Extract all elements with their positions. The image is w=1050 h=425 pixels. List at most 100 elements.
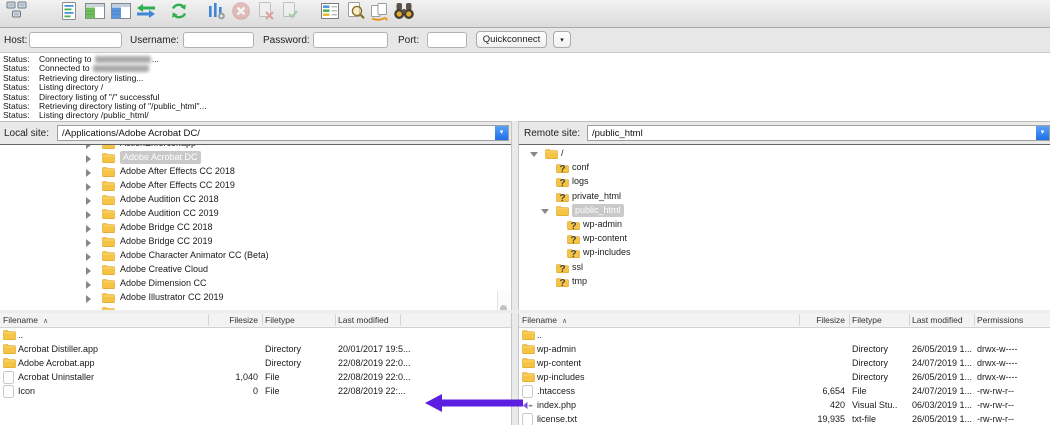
disconnect-button[interactable] xyxy=(253,2,279,25)
expand-arrow-icon[interactable] xyxy=(86,267,91,275)
tree-item-adobe-dimension-cc[interactable]: Adobe Dimension CC xyxy=(0,277,511,291)
column-resize-handle[interactable] xyxy=(849,314,850,326)
column-resize-handle[interactable] xyxy=(335,314,336,326)
column-resize-handle[interactable] xyxy=(400,314,401,326)
local-tree-toggle-button[interactable] xyxy=(82,2,108,25)
tree-item-adobe-acrobat-dc[interactable]: Adobe Acrobat DC xyxy=(0,151,511,165)
tree-item-ssl[interactable]: ?ssl xyxy=(519,261,1050,275)
collapse-arrow-icon[interactable] xyxy=(530,152,538,157)
cell-type: File xyxy=(852,384,867,398)
remote-file-list[interactable]: Filename∧ Filesize Filetype Last modified Pe… xyxy=(519,313,1050,425)
expand-arrow-icon[interactable] xyxy=(86,197,91,205)
redacted-host xyxy=(95,56,151,63)
tree-item-label: wp-includes xyxy=(583,246,631,259)
reconnect-button[interactable] xyxy=(277,2,303,25)
file-row-wp-includes[interactable]: wp-includesDirectory26/05/2019 1...drwx-… xyxy=(519,370,1050,384)
quickconnect-button[interactable]: Quickconnect xyxy=(476,31,547,48)
tree-item-private-html[interactable]: ?private_html xyxy=(519,190,1050,204)
process-queue-button[interactable] xyxy=(203,2,229,25)
host-label: Host: xyxy=(4,35,27,46)
chevron-down-icon[interactable]: ▾ xyxy=(1036,126,1049,140)
column-resize-handle[interactable] xyxy=(208,314,209,326)
column-header-filesize[interactable]: Filesize xyxy=(210,313,258,327)
file-row-acrobat-uninstaller[interactable]: Acrobat Uninstaller1,040File22/08/2019 2… xyxy=(0,370,511,384)
column-header-filename[interactable]: Filename∧ xyxy=(3,313,48,327)
column-header-filesize[interactable]: Filesize xyxy=(801,313,845,327)
expand-arrow-icon[interactable] xyxy=(86,145,91,149)
tree-item-adobe-audition-cc-2019[interactable]: Adobe Audition CC 2019 xyxy=(0,207,511,221)
local-directory-tree[interactable]: ActionEnforcer.appAdobe Acrobat DCAdobe … xyxy=(0,145,511,310)
site-manager-button[interactable] xyxy=(4,2,30,25)
tree-item-wp-includes[interactable]: ?wp-includes xyxy=(519,246,1050,260)
cancel-operation-button[interactable] xyxy=(228,2,254,25)
password-label: Password: xyxy=(263,35,310,46)
expand-arrow-icon[interactable] xyxy=(86,239,91,247)
file-row--[interactable]: .. xyxy=(0,328,511,342)
file-row-adobe-acrobat-app[interactable]: Adobe Acrobat.appDirectory22/08/2019 22:… xyxy=(0,356,511,370)
tree-item-label: Adobe Acrobat DC xyxy=(120,151,201,164)
tree-item-public-html[interactable]: public_html xyxy=(519,204,1050,218)
column-header-last-modified[interactable]: Last modified xyxy=(338,313,389,327)
synchronized-browsing-button[interactable] xyxy=(366,2,392,25)
refresh-button[interactable] xyxy=(166,2,192,25)
column-resize-handle[interactable] xyxy=(799,314,800,326)
remote-site-combo[interactable]: /public_html ▾ xyxy=(587,125,1050,141)
tree-item-label: ActionEnforcer.app xyxy=(120,145,196,150)
collapse-arrow-icon[interactable] xyxy=(541,209,549,214)
tree-item-conf[interactable]: ?conf xyxy=(519,161,1050,175)
file-row--[interactable]: .. xyxy=(519,328,1050,342)
column-resize-handle[interactable] xyxy=(909,314,910,326)
quickconnect-dropdown-button[interactable]: ▾ xyxy=(553,31,571,48)
tree-item-adobe-after-effects-cc-2019[interactable]: Adobe After Effects CC 2019 xyxy=(0,179,511,193)
column-header-filetype[interactable]: Filetype xyxy=(265,313,295,327)
expand-arrow-icon[interactable] xyxy=(86,295,91,303)
tree-item-wp-admin[interactable]: ?wp-admin xyxy=(519,218,1050,232)
tree-item-adobe-illustrator-cc-2019[interactable]: Adobe Illustrator CC 2019 xyxy=(0,291,511,305)
tree-item-adobe-bridge-cc-2018[interactable]: Adobe Bridge CC 2018 xyxy=(0,221,511,235)
chevron-down-icon[interactable]: ▾ xyxy=(495,126,508,140)
tree-item-adobe-after-effects-cc-2018[interactable]: Adobe After Effects CC 2018 xyxy=(0,165,511,179)
password-input[interactable] xyxy=(313,32,388,48)
tree-item-adobe-character-animator-cc-beta-[interactable]: Adobe Character Animator CC (Beta) xyxy=(0,249,511,263)
tree-item-adobe-creative-cloud[interactable]: Adobe Creative Cloud xyxy=(0,263,511,277)
file-row-wp-admin[interactable]: wp-adminDirectory26/05/2019 1...drwx-w--… xyxy=(519,342,1050,356)
cell-type: Directory xyxy=(852,356,888,370)
filename-filters-button[interactable] xyxy=(317,2,343,25)
column-header-filename[interactable]: Filename∧ xyxy=(522,313,567,327)
username-input[interactable] xyxy=(183,32,254,48)
expand-arrow-icon[interactable] xyxy=(86,155,91,163)
tree-item-wp-content[interactable]: ?wp-content xyxy=(519,232,1050,246)
file-row-index-php[interactable]: index.php420Visual Stu..06/03/2019 1...-… xyxy=(519,398,1050,412)
remote-directory-tree[interactable]: /?conf?logs?private_htmlpublic_html?wp-a… xyxy=(519,145,1050,310)
column-header-last-modified[interactable]: Last modified xyxy=(912,313,963,327)
file-row-acrobat-distiller-app[interactable]: Acrobat Distiller.appDirectory20/01/2017… xyxy=(0,342,511,356)
file-row-wp-content[interactable]: wp-contentDirectory24/07/2019 1...drwx-w… xyxy=(519,356,1050,370)
tree-item-tmp[interactable]: ?tmp xyxy=(519,275,1050,289)
expand-arrow-icon[interactable] xyxy=(86,253,91,261)
host-input[interactable] xyxy=(29,32,122,48)
expand-arrow-icon[interactable] xyxy=(86,211,91,219)
file-row-license-txt[interactable]: license.txt19,935txt-file26/05/2019 1...… xyxy=(519,412,1050,425)
expand-arrow-icon[interactable] xyxy=(86,281,91,289)
port-input[interactable] xyxy=(427,32,467,48)
transfer-queue-toggle-button[interactable] xyxy=(133,2,159,25)
tree-item-logs[interactable]: ?logs xyxy=(519,175,1050,189)
folder-icon xyxy=(102,194,115,207)
message-log-toggle-button[interactable] xyxy=(56,2,82,25)
local-site-combo[interactable]: /Applications/Adobe Acrobat DC/ ▾ xyxy=(57,125,509,141)
column-header-filetype[interactable]: Filetype xyxy=(852,313,882,327)
expand-arrow-icon[interactable] xyxy=(86,225,91,233)
file-row--htaccess[interactable]: .htaccess6,654File24/07/2019 1...-rw-rw-… xyxy=(519,384,1050,398)
column-header-permissions[interactable]: Permissions xyxy=(977,313,1023,327)
cell-modified: 06/03/2019 1... xyxy=(912,398,972,412)
tree-item--[interactable]: / xyxy=(519,147,1050,161)
expand-arrow-icon[interactable] xyxy=(86,169,91,177)
directory-comparison-button[interactable] xyxy=(391,2,417,25)
expand-arrow-icon[interactable] xyxy=(86,183,91,191)
tree-item-adobe-audition-cc-2018[interactable]: Adobe Audition CC 2018 xyxy=(0,193,511,207)
column-resize-handle[interactable] xyxy=(974,314,975,326)
remote-tree-toggle-button[interactable] xyxy=(108,2,134,25)
tree-item-adobe-bridge-cc-2019[interactable]: Adobe Bridge CC 2019 xyxy=(0,235,511,249)
column-resize-handle[interactable] xyxy=(262,314,263,326)
panel-splitter[interactable] xyxy=(511,121,519,425)
